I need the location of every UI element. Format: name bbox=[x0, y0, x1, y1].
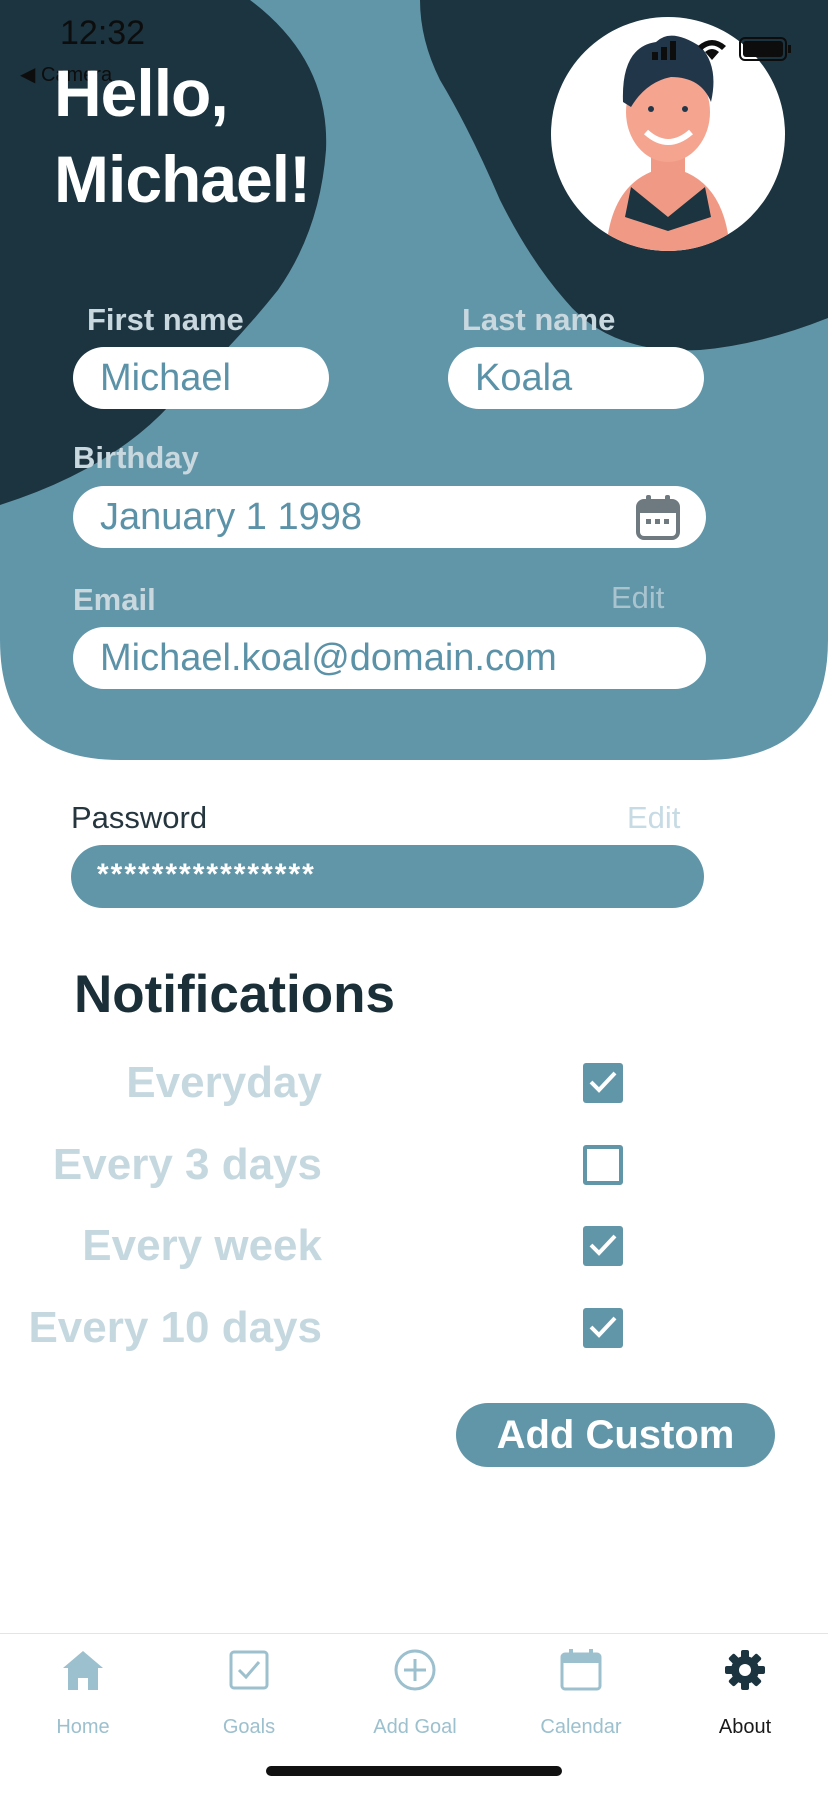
tab-goals[interactable]: Goals bbox=[166, 1634, 332, 1744]
first-name-field[interactable] bbox=[73, 347, 329, 409]
email-label: Email bbox=[73, 582, 156, 617]
tab-add-goal[interactable]: Add Goal bbox=[332, 1634, 498, 1744]
option-label-everyday: Everyday bbox=[126, 1058, 322, 1107]
tab-home[interactable]: Home bbox=[0, 1634, 166, 1744]
add-custom-button[interactable]: Add Custom bbox=[456, 1403, 775, 1467]
tab-label: Home bbox=[56, 1716, 110, 1738]
last-name-field[interactable] bbox=[448, 347, 704, 409]
status-time: 12:32 bbox=[60, 14, 146, 52]
home-icon bbox=[63, 1651, 103, 1690]
checkmark-icon bbox=[589, 1316, 617, 1338]
greeting-line-2: Michael! bbox=[54, 142, 311, 216]
option-label-every-3-days: Every 3 days bbox=[52, 1140, 322, 1189]
birthday-label: Birthday bbox=[73, 440, 199, 475]
plus-circle-icon bbox=[394, 1649, 436, 1691]
last-name-input[interactable] bbox=[475, 347, 704, 409]
tab-label: Calendar bbox=[540, 1716, 622, 1738]
email-edit-link[interactable]: Edit bbox=[611, 580, 664, 616]
first-name-label: First name bbox=[87, 302, 244, 337]
password-field[interactable]: **************** bbox=[71, 845, 704, 908]
checkbox-every-week[interactable] bbox=[583, 1226, 623, 1266]
tab-about[interactable]: About bbox=[662, 1634, 828, 1744]
checkbox-every-10-days[interactable] bbox=[583, 1308, 623, 1348]
password-label: Password bbox=[71, 800, 208, 835]
greeting-line-1: Hello, bbox=[54, 56, 229, 130]
last-name-label: Last name bbox=[462, 302, 616, 337]
signal-icon bbox=[652, 52, 658, 60]
tab-label: Goals bbox=[222, 1716, 276, 1738]
tab-label: About bbox=[718, 1716, 772, 1738]
email-input[interactable] bbox=[100, 627, 706, 689]
birthday-input[interactable] bbox=[100, 486, 616, 548]
checkbox-every-3-days[interactable] bbox=[583, 1145, 623, 1185]
status-icons bbox=[652, 37, 791, 61]
password-edit-link[interactable]: Edit bbox=[627, 800, 680, 836]
calendar-icon bbox=[560, 1649, 602, 1691]
home-indicator bbox=[266, 1766, 562, 1776]
greeting: Hello, Michael! bbox=[54, 50, 474, 222]
checkbox-icon bbox=[229, 1650, 269, 1690]
checkbox-everyday[interactable] bbox=[583, 1063, 623, 1103]
option-label-every-week: Every week bbox=[82, 1221, 322, 1270]
wifi-icon bbox=[698, 40, 726, 60]
gear-icon bbox=[725, 1650, 765, 1690]
option-label-every-10-days: Every 10 days bbox=[28, 1303, 322, 1352]
notifications-title: Notifications bbox=[74, 965, 395, 1024]
checkmark-icon bbox=[589, 1234, 617, 1256]
tab-calendar[interactable]: Calendar bbox=[498, 1634, 664, 1744]
birthday-field[interactable] bbox=[73, 486, 706, 548]
email-field[interactable] bbox=[73, 627, 706, 689]
checkmark-icon bbox=[589, 1071, 617, 1093]
calendar-icon[interactable] bbox=[636, 494, 680, 540]
tab-label: Add Goal bbox=[373, 1716, 457, 1738]
first-name-input[interactable] bbox=[100, 347, 329, 409]
